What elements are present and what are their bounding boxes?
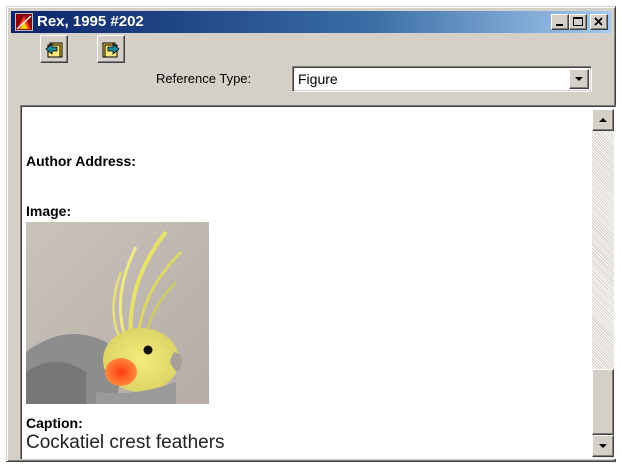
- scroll-thumb[interactable]: [592, 369, 614, 435]
- previous-reference-button[interactable]: [40, 35, 68, 63]
- minimize-button[interactable]: [551, 14, 569, 30]
- reference-content-pane[interactable]: Author Address: Image: Caption: Cockatie…: [20, 105, 616, 459]
- scroll-down-arrow-icon: [599, 444, 607, 448]
- close-button[interactable]: [590, 14, 608, 30]
- window-title: Rex, 1995 #202: [37, 13, 144, 30]
- next-reference-button[interactable]: [97, 35, 125, 63]
- cockatiel-image[interactable]: [26, 222, 209, 404]
- scroll-up-arrow-icon: [599, 118, 607, 122]
- reference-type-label: Reference Type:: [156, 71, 252, 86]
- scroll-down-button[interactable]: [592, 435, 614, 457]
- vertical-scrollbar[interactable]: [592, 109, 614, 458]
- minimize-icon: [556, 24, 563, 26]
- reference-type-select[interactable]: Figure: [292, 66, 592, 92]
- caption-label: Caption:: [26, 415, 83, 431]
- previous-reference-icon: [45, 42, 63, 58]
- next-reference-icon: [102, 42, 120, 58]
- maximize-icon: [573, 17, 583, 26]
- caption-value: Cockatiel crest feathers: [26, 432, 225, 453]
- image-label: Image:: [26, 203, 72, 219]
- scroll-up-button[interactable]: [592, 109, 614, 131]
- title-bar[interactable]: Rex, 1995 #202: [11, 11, 611, 33]
- reference-type-value: Figure: [298, 71, 338, 87]
- author-address-label: Author Address:: [26, 153, 136, 169]
- maximize-button[interactable]: [569, 14, 587, 30]
- close-icon: [594, 17, 603, 26]
- chevron-down-icon: [575, 77, 583, 81]
- endnote-app-icon[interactable]: [15, 13, 33, 31]
- reference-type-dropdown-button[interactable]: [569, 69, 589, 89]
